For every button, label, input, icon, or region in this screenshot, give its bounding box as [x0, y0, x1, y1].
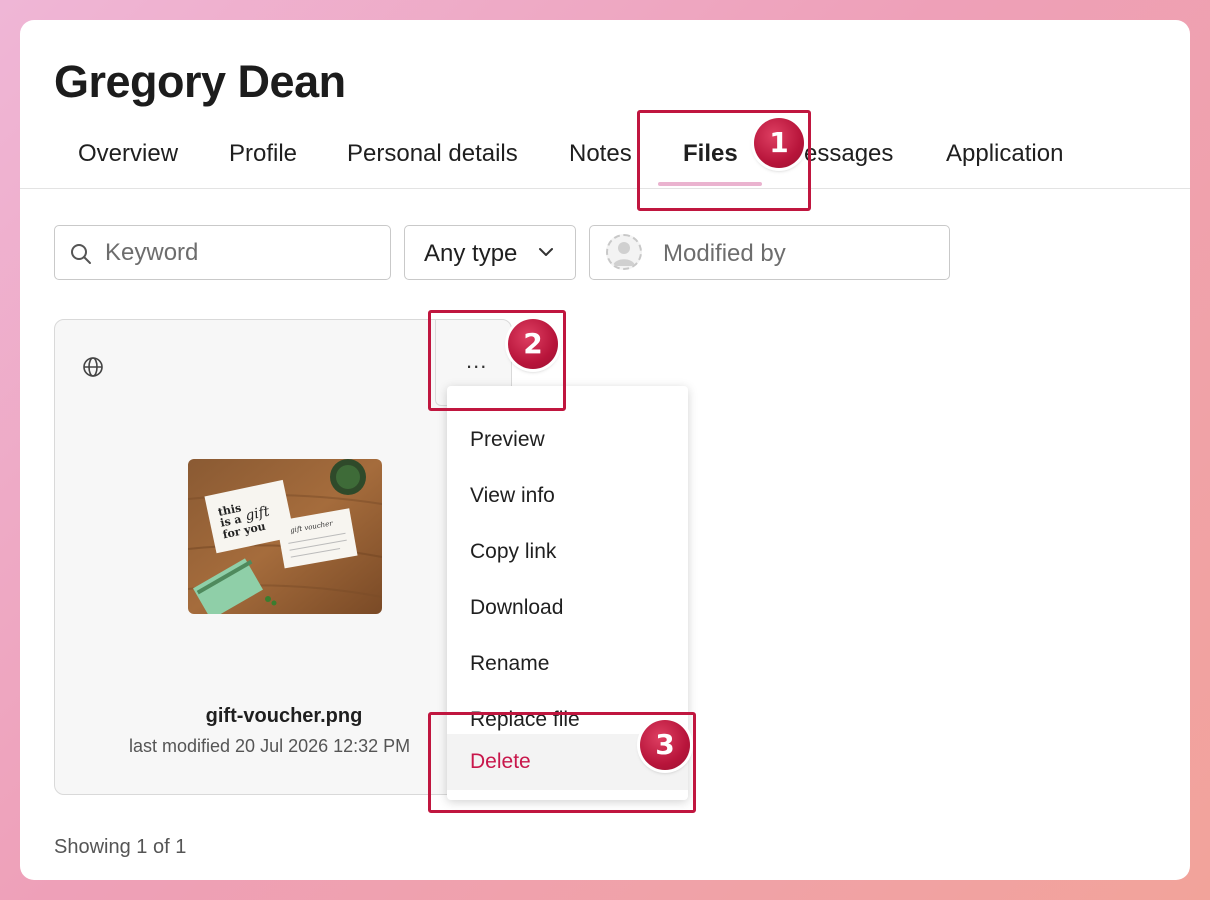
- file-thumbnail: this is a gift for you gift voucher: [188, 459, 382, 614]
- file-modified-date: last modified 20 Jul 2026 12:32 PM: [129, 736, 411, 756]
- tab-personal-details[interactable]: Personal details: [347, 140, 518, 168]
- search-icon: [71, 244, 91, 264]
- keyword-input[interactable]: [103, 234, 377, 272]
- modified-by-select[interactable]: Modified by: [589, 225, 950, 280]
- tab-files[interactable]: Files: [683, 140, 738, 168]
- page-title: Gregory Dean: [54, 56, 346, 107]
- globe-icon: [83, 357, 103, 377]
- menu-item-copy-link[interactable]: Copy link: [447, 524, 688, 580]
- menu-item-rename[interactable]: Rename: [447, 636, 688, 692]
- results-count: Showing 1 of 1: [54, 836, 187, 858]
- tab-application[interactable]: Application: [946, 140, 1063, 168]
- keyword-search-field[interactable]: [54, 225, 391, 280]
- chevron-down-icon: [539, 248, 553, 256]
- file-card[interactable]: ... this is a gift for you gift voucher …: [54, 319, 513, 795]
- file-name: gift-voucher.png: [205, 705, 363, 727]
- tab-bar: Overview Profile Personal details Notes …: [20, 132, 1190, 189]
- type-select[interactable]: Any type: [404, 225, 576, 280]
- menu-item-download[interactable]: Download: [447, 580, 688, 636]
- modified-by-placeholder: Modified by: [663, 240, 786, 267]
- step-badge-2: 2: [508, 319, 558, 369]
- step-badge-3: 3: [640, 720, 690, 770]
- avatar-placeholder-icon: [606, 234, 642, 270]
- tab-overview[interactable]: Overview: [78, 140, 178, 168]
- type-select-value: Any type: [424, 240, 518, 267]
- step-badge-1: 1: [754, 118, 804, 168]
- tab-notes[interactable]: Notes: [569, 140, 632, 168]
- tab-profile[interactable]: Profile: [229, 140, 297, 168]
- tab-messages[interactable]: essages: [804, 140, 893, 168]
- app-window: Gregory Dean Overview Profile Personal d…: [20, 20, 1190, 880]
- menu-item-view-info[interactable]: View info: [447, 468, 688, 524]
- active-tab-indicator: [658, 182, 762, 186]
- menu-item-preview[interactable]: Preview: [447, 412, 688, 468]
